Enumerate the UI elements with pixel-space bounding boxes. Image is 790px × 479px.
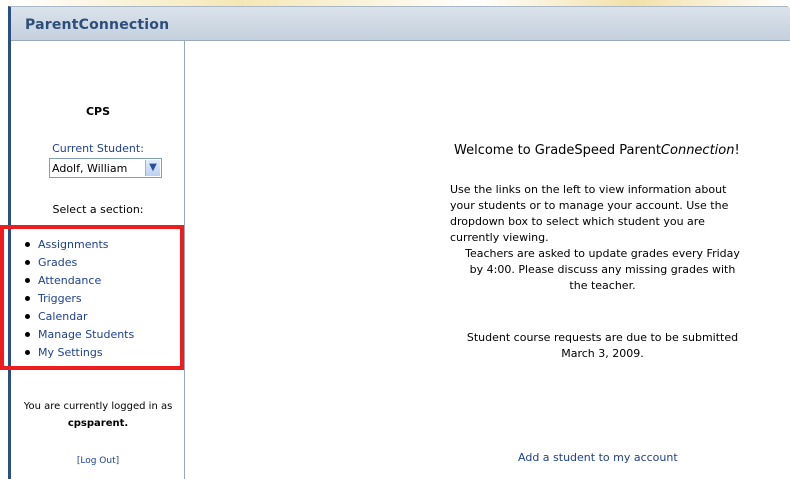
course-request-note: Student course requests are due to be su… xyxy=(450,330,755,362)
district-name: CPS xyxy=(85,105,111,118)
current-student-label: Current Student: xyxy=(52,142,144,155)
welcome-heading: Welcome to GradeSpeed ParentConnection! xyxy=(454,143,740,158)
logged-in-text: You are currently logged in as xyxy=(23,401,173,412)
highlight-box xyxy=(0,225,184,370)
select-section-label: Select a section: xyxy=(52,203,144,216)
main-content: Welcome to GradeSpeed ParentConnection! … xyxy=(186,41,790,479)
intro-line: your students or to manage your account.… xyxy=(450,199,729,212)
intro-paragraph: Use the links on the left to view inform… xyxy=(450,182,770,294)
course-line: Student course requests are due to be su… xyxy=(466,331,739,344)
username: cpsparent. xyxy=(67,418,129,429)
app-title: ParentConnection xyxy=(25,17,170,33)
teacher-line: the teacher. xyxy=(569,279,636,292)
student-select[interactable]: Adolf, William ▼ xyxy=(49,158,162,178)
add-student-link[interactable]: Add a student to my account xyxy=(518,451,678,464)
teacher-line: Teachers are asked to update grades ever… xyxy=(465,247,740,260)
welcome-prefix: Welcome to GradeSpeed Parent xyxy=(454,143,661,158)
logout-link[interactable]: [Log Out] xyxy=(11,456,185,466)
intro-line: currently viewing. xyxy=(450,231,549,244)
welcome-suffix: ! xyxy=(734,143,740,158)
teacher-line: by 4:00. Please discuss any missing grad… xyxy=(469,263,736,276)
welcome-italic: Connection xyxy=(660,143,735,158)
student-select-value: Adolf, William xyxy=(52,162,128,175)
intro-line: Use the links on the left to view inform… xyxy=(450,183,727,196)
course-line: March 3, 2009. xyxy=(561,347,644,360)
chevron-down-icon[interactable]: ▼ xyxy=(145,160,160,176)
app-header: ParentConnection xyxy=(11,7,790,41)
intro-line: dropdown box to select which student you… xyxy=(450,215,705,228)
